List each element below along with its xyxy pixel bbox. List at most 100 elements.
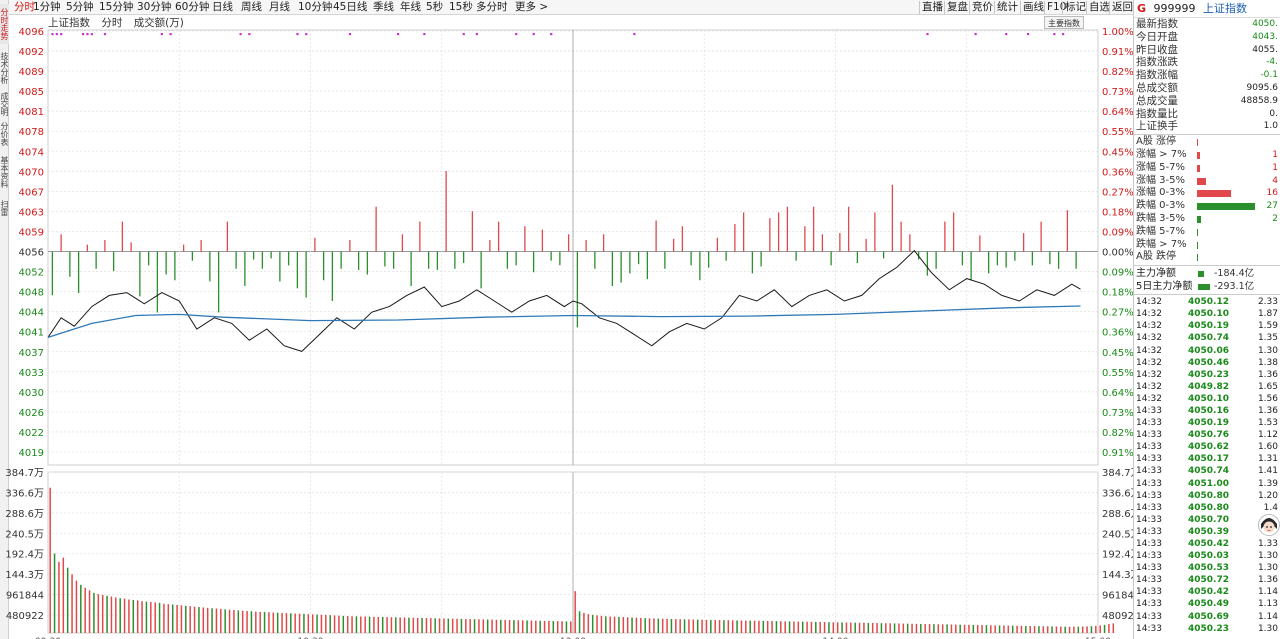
volume-tick-label: 384.7万	[5, 468, 44, 479]
event-mark[interactable]	[296, 33, 299, 36]
quote-row-value: 4055.	[1252, 44, 1278, 55]
event-mark[interactable]	[974, 33, 977, 36]
tick-volume: 1.36	[1257, 575, 1278, 586]
pct-tick-label: 0.45%	[1102, 147, 1133, 158]
price-tick-label: 4085	[19, 87, 44, 98]
price-tick-label: 4048	[19, 288, 44, 299]
distribution-row: 涨幅 3-5% 4	[1134, 175, 1280, 188]
event-mark[interactable]	[160, 33, 163, 36]
price-tick-label: 4044	[19, 308, 44, 319]
tick-price: 4050.74	[1188, 333, 1229, 344]
tick-time: 14:33	[1136, 611, 1162, 622]
tick-time: 14:33	[1136, 418, 1162, 429]
distribution-bar	[1197, 151, 1200, 159]
event-mark[interactable]	[55, 33, 58, 36]
distribution-row: 涨幅 > 7% 1	[1134, 149, 1280, 162]
tick-time: 14:33	[1136, 430, 1162, 441]
event-mark[interactable]	[169, 33, 172, 36]
distribution-value: 4	[1272, 175, 1278, 186]
volume-tick-label: 961844	[6, 591, 44, 602]
divider	[1134, 264, 1280, 267]
tick-time: 14:33	[1136, 502, 1162, 513]
price-tick-label: 4030	[19, 388, 44, 399]
tick-price: 4050.42	[1188, 587, 1229, 598]
pct-tick-label: 0.82%	[1102, 428, 1133, 439]
pct-tick-label: 1.00%	[1102, 27, 1133, 38]
tick-volume: 1.65	[1257, 381, 1278, 392]
quote-row: 今日开盘 4043.	[1134, 31, 1280, 44]
price-tick-label: 4033	[19, 368, 44, 379]
event-mark[interactable]	[305, 33, 308, 36]
pct-tick-label: 0.91%	[1102, 448, 1133, 459]
pct-tick-label: 0.09%	[1102, 268, 1133, 279]
distribution-bar	[1197, 190, 1231, 198]
event-mark[interactable]	[90, 33, 93, 36]
event-mark[interactable]	[1005, 33, 1008, 36]
quote-row-label: 上证换手	[1136, 120, 1178, 133]
event-mark[interactable]	[103, 33, 107, 36]
tick-price: 4050.80	[1188, 490, 1229, 501]
event-mark[interactable]	[550, 33, 553, 36]
event-mark[interactable]	[1053, 33, 1056, 36]
quote-row-value: -0.1	[1260, 70, 1278, 81]
volume-tick-label: 336.6万	[5, 488, 44, 499]
event-mark[interactable]	[462, 33, 465, 36]
assistant-avatar-icon[interactable]	[1258, 511, 1280, 539]
event-mark[interactable]	[397, 33, 400, 36]
event-mark[interactable]	[82, 33, 85, 36]
distribution-row: 涨幅 0-3% 16	[1134, 187, 1280, 200]
tick-time: 14:32	[1136, 321, 1162, 332]
distribution-label: 涨幅 3-5%	[1136, 174, 1186, 186]
quote-row-value: 1.0	[1263, 121, 1278, 132]
event-mark[interactable]	[515, 33, 518, 36]
pct-tick-label: 0.36%	[1102, 328, 1133, 339]
quote-name[interactable]: 上证指数	[1203, 2, 1247, 15]
tick-row: 14:32 4050.10 1.87	[1134, 308, 1280, 320]
distribution-row: A股 跌停	[1134, 251, 1280, 264]
quote-row-value: -4.	[1266, 57, 1278, 68]
tick-price: 4050.62	[1188, 442, 1229, 453]
tick-volume: 1.41	[1257, 466, 1278, 477]
event-mark[interactable]	[239, 33, 242, 36]
event-mark[interactable]	[532, 33, 535, 36]
tick-time: 14:32	[1136, 369, 1162, 380]
capital-flow-value: -184.4亿	[1214, 268, 1255, 280]
distribution-bar	[1197, 228, 1199, 236]
event-mark[interactable]	[926, 33, 929, 36]
tick-price: 4050.12	[1188, 297, 1229, 308]
average-line	[47, 305, 1081, 339]
event-mark[interactable]	[348, 33, 352, 36]
price-tick-label: 4041	[19, 328, 44, 339]
price-tick-label: 4067	[19, 187, 44, 198]
event-mark[interactable]	[1027, 33, 1030, 36]
capital-flow-row: 5日主力净额 -293.1亿	[1134, 280, 1280, 293]
tick-row: 14:32 4049.82 1.65	[1134, 381, 1280, 393]
tick-row: 14:33 4050.17 1.31	[1134, 453, 1280, 465]
tick-price: 4050.76	[1188, 430, 1229, 441]
distribution-label: 涨幅 5-7%	[1136, 161, 1186, 173]
distribution-label: 跌幅 5-7%	[1136, 225, 1186, 237]
quote-row-label: 今日开盘	[1136, 30, 1178, 43]
event-mark[interactable]	[60, 33, 63, 36]
quote-row-label: 指数量比	[1136, 107, 1178, 120]
event-mark[interactable]	[86, 33, 89, 36]
quote-row-value: 4050.	[1252, 19, 1278, 29]
event-mark[interactable]	[1062, 33, 1065, 36]
tick-time: 14:32	[1136, 297, 1162, 308]
event-mark[interactable]	[423, 33, 426, 36]
event-mark[interactable]	[51, 33, 54, 36]
tick-price: 4050.39	[1188, 526, 1229, 537]
tick-time: 14:32	[1136, 357, 1162, 368]
quote-row-value: 9095.6	[1246, 82, 1279, 93]
tick-row: 14:33 4050.16 1.36	[1134, 405, 1280, 417]
tick-list[interactable]: 14:32 4050.12 2.33 14:32 4050.10 1.87 14:32 405…	[1134, 296, 1280, 635]
event-mark[interactable]	[475, 33, 478, 36]
pct-tick-label: 0.18%	[1102, 288, 1133, 299]
event-mark[interactable]	[633, 33, 636, 36]
distribution-bar	[1197, 177, 1207, 185]
tick-volume: 1.31	[1257, 454, 1278, 465]
quote-row-label: 指数涨幅	[1136, 69, 1178, 82]
volume-tick-label: 480922	[6, 611, 44, 622]
event-mark[interactable]	[248, 33, 251, 36]
tick-row: 14:33 4050.74 1.41	[1134, 465, 1280, 477]
